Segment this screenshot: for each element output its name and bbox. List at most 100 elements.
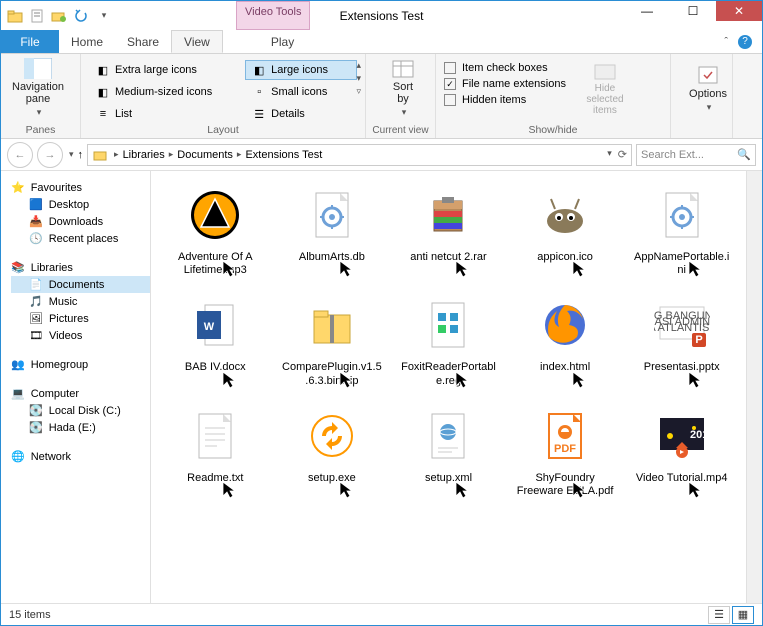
tab-file[interactable]: File <box>1 30 59 53</box>
file-item[interactable]: AlbumArts.db <box>276 179 389 281</box>
computer-icon: 💻 <box>11 387 25 400</box>
file-item[interactable]: appicon.ico <box>509 179 622 281</box>
file-item[interactable]: AppNamePortable.ini <box>625 179 738 281</box>
file-item[interactable]: 201 Video Tutorial.mp4 <box>625 400 738 502</box>
layout-expand[interactable]: ▿ <box>356 86 361 97</box>
file-item[interactable]: setup.exe <box>276 400 389 502</box>
navigation-pane-button[interactable]: Navigation pane ▾ <box>9 58 67 118</box>
minimize-button[interactable]: — <box>624 1 670 21</box>
file-name: ComparePlugin.v1.5.6.3.bin.zip <box>282 361 382 387</box>
contextual-tab-video-tools[interactable]: Video Tools <box>236 1 310 30</box>
layout-details[interactable]: ☰Details <box>245 104 357 124</box>
properties-icon[interactable] <box>27 6 47 26</box>
file-name: Adventure Of A Lifetime.mp3 <box>165 251 265 277</box>
file-icon-ppt-thumb: RANCANG BANGUN SISTEMINFORMASI ADMINISTR… <box>650 293 714 357</box>
icons-view-toggle[interactable]: ▦ <box>732 606 754 624</box>
recent-icon: 🕓 <box>29 232 43 245</box>
file-item[interactable]: Adventure Of A Lifetime.mp3 <box>159 179 272 281</box>
sidebar-homegroup[interactable]: 👥Homegroup <box>11 356 150 373</box>
ribbon-group-options: Options ▾ <box>671 54 733 138</box>
svg-text:P: P <box>695 334 702 346</box>
qat-dropdown-icon[interactable]: ▾ <box>93 6 113 26</box>
file-icon-setup <box>300 404 364 468</box>
file-item[interactable]: FoxitReaderPortable.reg <box>392 289 505 391</box>
file-name: AppNamePortable.ini <box>632 251 732 277</box>
sidebar-computer[interactable]: 💻Computer <box>11 385 150 402</box>
layout-large-icons[interactable]: ◧Large icons <box>245 60 357 80</box>
file-item[interactable]: setup.xml <box>392 400 505 502</box>
crumb-documents[interactable]: Documents▸ <box>177 149 241 161</box>
tab-share[interactable]: Share <box>115 30 171 53</box>
sidebar-item-videos[interactable]: 🎞Videos <box>11 327 150 344</box>
layout-medium-icons[interactable]: ◧Medium-sized icons <box>89 82 241 102</box>
homegroup-icon: 👥 <box>11 358 25 371</box>
file-item[interactable]: RANCANG BANGUN SISTEMINFORMASI ADMINISTR… <box>625 289 738 391</box>
item-count: 15 items <box>9 609 51 621</box>
pictures-icon: 🖼 <box>29 312 43 325</box>
file-item[interactable]: anti netcut 2.rar <box>392 179 505 281</box>
vertical-scrollbar[interactable] <box>746 171 762 603</box>
file-name: Video Tutorial.mp4 <box>636 472 728 485</box>
refresh-button[interactable]: ⟳ <box>618 148 627 161</box>
address-bar[interactable]: ▸ Libraries▸ Documents▸ Extensions Test … <box>87 144 632 166</box>
sidebar-favourites[interactable]: ⭐Favourites <box>11 179 150 196</box>
sidebar-item-desktop[interactable]: 🟦Desktop <box>11 196 150 213</box>
details-view-toggle[interactable]: ☰ <box>708 606 730 624</box>
collapse-ribbon-icon[interactable]: ˆ <box>724 36 728 48</box>
sort-by-button[interactable]: Sort by ▾ <box>374 58 432 118</box>
history-dropdown[interactable]: ▾ <box>69 149 74 160</box>
undo-icon[interactable] <box>71 6 91 26</box>
sidebar-item-pictures[interactable]: 🖼Pictures <box>11 310 150 327</box>
maximize-button[interactable]: ☐ <box>670 1 716 21</box>
close-button[interactable]: ✕ <box>716 1 762 21</box>
file-name: appicon.ico <box>537 251 593 264</box>
file-name: setup.xml <box>425 472 472 485</box>
folder-icon <box>92 147 108 163</box>
sidebar-item-documents[interactable]: 📄Documents <box>11 276 150 293</box>
sidebar-item-music[interactable]: 🎵Music <box>11 293 150 310</box>
sidebar-libraries[interactable]: 📚Libraries <box>11 259 150 276</box>
network-icon: 🌐 <box>11 450 25 463</box>
address-dropdown[interactable]: ▾ <box>607 148 612 161</box>
sidebar-item-c-drive[interactable]: 💽Local Disk (C:) <box>11 402 150 419</box>
sidebar-item-downloads[interactable]: 📥Downloads <box>11 213 150 230</box>
file-icon-reg <box>416 293 480 357</box>
ribbon-tabs: File Home Share View Play ˆ ? <box>1 30 762 54</box>
file-item[interactable]: index.html <box>509 289 622 391</box>
checkbox-hidden-items[interactable]: Hidden items <box>444 92 566 108</box>
layout-scroll-up[interactable]: ▴ <box>356 60 361 71</box>
ribbon-group-show-hide: Item check boxes ✓File name extensions H… <box>436 54 671 138</box>
sidebar-item-e-drive[interactable]: 💽Hada (E:) <box>11 419 150 436</box>
layout-list[interactable]: ≡List <box>89 104 241 124</box>
drive-icon: 💽 <box>29 421 43 434</box>
file-item[interactable]: ComparePlugin.v1.5.6.3.bin.zip <box>276 289 389 391</box>
layout-scroll-down[interactable]: ▾ <box>356 73 361 84</box>
file-icon-aimp <box>183 183 247 247</box>
tab-play[interactable]: Play <box>259 30 306 53</box>
tab-view[interactable]: View <box>171 30 223 53</box>
layout-extra-large-icons[interactable]: ◧Extra large icons <box>89 60 241 80</box>
file-grid[interactable]: Adventure Of A Lifetime.mp3 AlbumArts.db… <box>151 171 746 603</box>
back-button[interactable]: ← <box>7 142 33 168</box>
layout-small-icons[interactable]: ▫Small icons <box>245 82 357 102</box>
options-button[interactable]: Options ▾ <box>679 58 737 118</box>
up-button[interactable]: ↑ <box>78 149 84 161</box>
title-bar: ▾ Video Tools Extensions Test — ☐ ✕ <box>1 1 762 30</box>
checkbox-file-name-extensions[interactable]: ✓File name extensions <box>444 76 566 92</box>
help-icon[interactable]: ? <box>738 35 752 49</box>
forward-button[interactable]: → <box>37 142 63 168</box>
file-item[interactable]: PDF ShyFoundry Freeware EULA.pdf <box>509 400 622 502</box>
sidebar-item-recent[interactable]: 🕓Recent places <box>11 230 150 247</box>
crumb-libraries[interactable]: Libraries▸ <box>123 149 174 161</box>
tab-home[interactable]: Home <box>59 30 115 53</box>
sidebar-network[interactable]: 🌐Network <box>11 448 150 465</box>
ribbon-group-layout: ◧Extra large icons ◧Large icons ◧Medium-… <box>81 54 366 138</box>
checkbox-item-check-boxes[interactable]: Item check boxes <box>444 60 566 76</box>
file-item[interactable]: W BAB IV.docx <box>159 289 272 391</box>
ribbon-group-panes: Navigation pane ▾ Panes <box>1 54 81 138</box>
new-folder-icon[interactable] <box>49 6 69 26</box>
folder-icon[interactable] <box>5 6 25 26</box>
search-input[interactable]: Search Ext... 🔍 <box>636 144 756 166</box>
crumb-current[interactable]: Extensions Test <box>245 149 322 161</box>
file-item[interactable]: Readme.txt <box>159 400 272 502</box>
